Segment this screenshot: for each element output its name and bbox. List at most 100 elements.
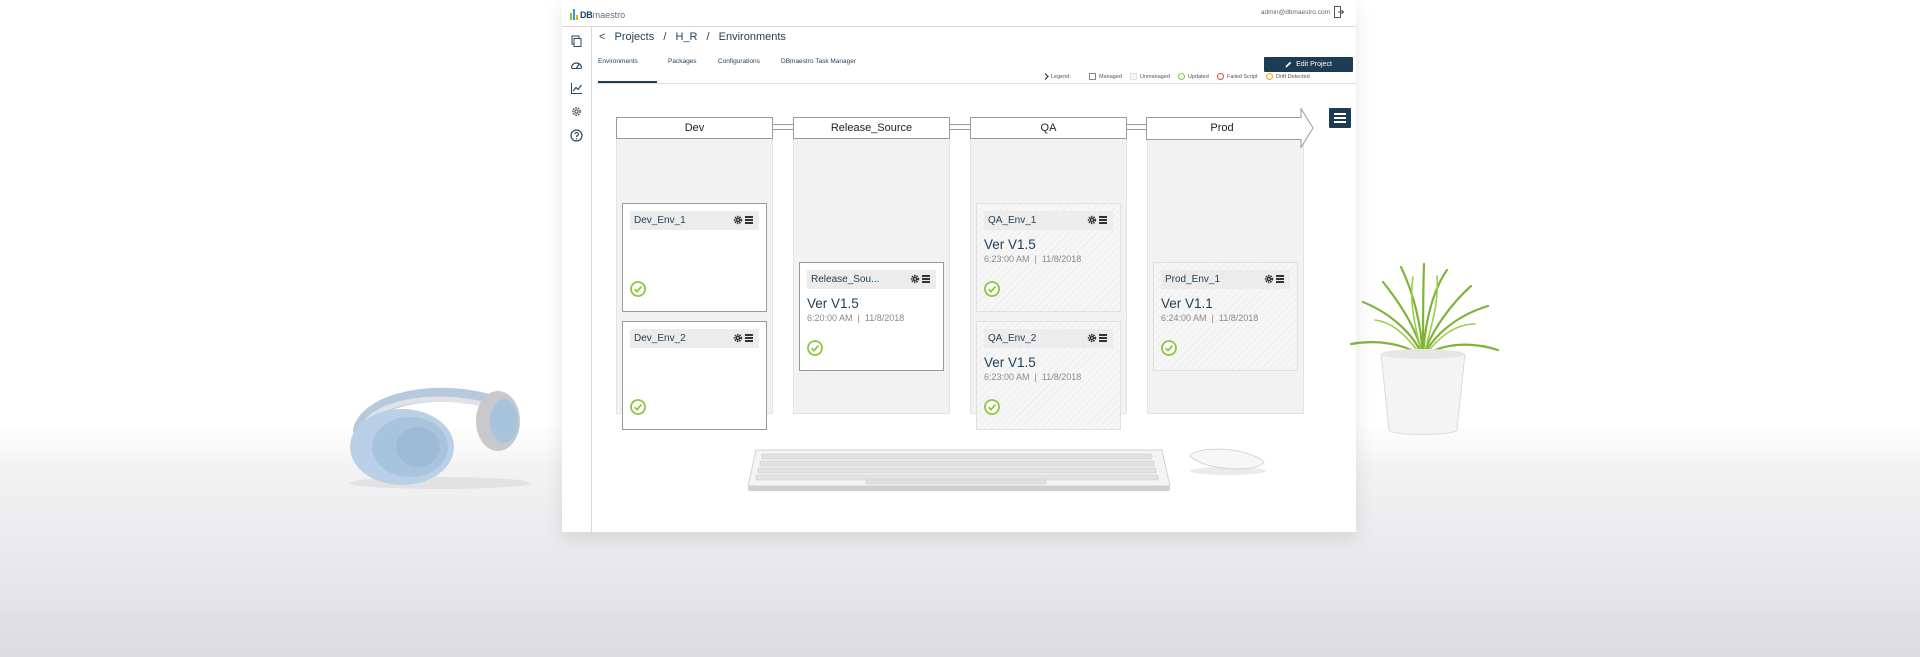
env-card-header: Dev_Env_2	[630, 329, 759, 348]
env-card-dev-env-2[interactable]: Dev_Env_2	[622, 321, 767, 430]
breadcrumb-environments: Environments	[718, 31, 786, 43]
legend-title[interactable]: Legend:	[1044, 73, 1071, 80]
updated-status-icon	[1178, 73, 1185, 80]
gear-icon[interactable]	[733, 215, 743, 225]
tab-environments[interactable]: Environments	[598, 58, 638, 65]
copy-icon[interactable]	[570, 35, 583, 48]
env-card-header: QA_Env_2	[984, 329, 1113, 348]
env-name[interactable]: QA_Env_2	[988, 333, 1036, 344]
chart-icon[interactable]	[570, 82, 583, 95]
env-card-prod-env-1[interactable]: Prod_Env_1 Ver V1.1 6:24:00 AM | 11/8/2018	[1153, 262, 1298, 371]
env-name[interactable]: Prod_Env_1	[1165, 274, 1220, 285]
env-version: Ver V1.5	[807, 296, 859, 311]
logo-text-maestro: maestro	[592, 10, 626, 20]
env-name[interactable]: Release_Sou...	[811, 274, 879, 285]
logout-icon[interactable]	[1334, 6, 1344, 18]
stage-dev[interactable]: Dev	[616, 117, 773, 139]
menu-icon-line	[1334, 117, 1346, 119]
env-card-dev-env-1[interactable]: Dev_Env_1	[622, 203, 767, 312]
env-tools	[733, 215, 755, 226]
breadcrumb-back[interactable]: <	[599, 31, 605, 43]
gear-icon[interactable]	[1087, 215, 1097, 225]
env-version: Ver V1.5	[984, 237, 1036, 252]
legend-drift-label: Drift Detected	[1276, 73, 1310, 80]
edit-project-button[interactable]: Edit Project	[1264, 57, 1353, 72]
gear-icon[interactable]	[1264, 274, 1274, 284]
stage-prod[interactable]: Prod	[1147, 118, 1297, 138]
menu-icon[interactable]	[745, 334, 753, 342]
pencil-icon	[1285, 61, 1292, 68]
env-date: 11/8/2018	[864, 313, 905, 323]
legend-managed: Managed	[1089, 73, 1122, 80]
env-card-qa-env-1[interactable]: QA_Env_1 Ver V1.5 6:23:00 AM | 11/8/2018	[976, 203, 1121, 312]
env-time-separator: |	[857, 313, 860, 323]
stage-connector	[949, 124, 971, 130]
env-date: 11/8/2018	[1041, 372, 1082, 382]
breadcrumb-separator: /	[706, 31, 710, 43]
breadcrumb-separator: /	[663, 31, 667, 43]
env-tools	[733, 333, 755, 344]
env-deploy-time: 6:24:00 AM | 11/8/2018	[1161, 313, 1258, 323]
headphones-image	[350, 387, 530, 489]
menu-icon[interactable]	[922, 275, 930, 283]
tab-task-manager[interactable]: DBmaestro Task Manager	[781, 58, 856, 65]
check-circle-icon	[630, 399, 646, 415]
env-card-release-source[interactable]: Release_Sou... Ver V1.5 6:20:00 AM | 11/8/…	[799, 262, 944, 371]
unmanaged-swatch	[1130, 73, 1137, 80]
tabs-divider	[596, 83, 1356, 84]
check-circle-icon	[807, 340, 823, 356]
drift-status-icon	[1266, 73, 1273, 80]
env-name[interactable]: Dev_Env_2	[634, 333, 686, 344]
stage-qa[interactable]: QA	[970, 117, 1127, 139]
menu-icon	[1334, 113, 1346, 115]
tab-packages[interactable]: Packages	[668, 58, 697, 65]
dashboard-gauge-icon[interactable]	[570, 59, 583, 72]
check-circle-icon	[1161, 340, 1177, 356]
sidebar	[562, 27, 592, 532]
gear-icon[interactable]	[570, 105, 583, 118]
env-name[interactable]: QA_Env_1	[988, 215, 1036, 226]
menu-icon-line	[1334, 121, 1346, 123]
menu-icon[interactable]	[745, 216, 753, 224]
menu-icon[interactable]	[1099, 334, 1107, 342]
tab-configurations[interactable]: Configurations	[718, 58, 760, 65]
env-date: 11/8/2018	[1041, 254, 1082, 264]
potted-plant-image	[1349, 262, 1500, 435]
env-version: Ver V1.5	[984, 355, 1036, 370]
legend-managed-label: Managed	[1099, 73, 1122, 80]
desk-front-edge	[0, 610, 1920, 657]
env-time: 6:24:00 AM	[1161, 313, 1207, 323]
env-card-qa-env-2[interactable]: QA_Env_2 Ver V1.5 6:23:00 AM | 11/8/2018	[976, 321, 1121, 430]
env-version: Ver V1.1	[1161, 296, 1213, 311]
help-icon[interactable]	[570, 129, 583, 142]
chevron-right-icon	[1044, 73, 1049, 80]
legend-failed-label: Failed Script	[1227, 73, 1258, 80]
legend-unmanaged-label: Unmanaged	[1140, 73, 1170, 80]
legend-drift: Drift Detected	[1266, 73, 1310, 80]
legend-failed: Failed Script	[1217, 73, 1258, 80]
gear-icon[interactable]	[733, 333, 743, 343]
env-card-header: QA_Env_1	[984, 211, 1113, 230]
env-name[interactable]: Dev_Env_1	[634, 215, 686, 226]
stage-release-source[interactable]: Release_Source	[793, 117, 950, 139]
keyboard-image	[747, 449, 1171, 491]
breadcrumb-projects[interactable]: Projects	[615, 31, 655, 43]
pipeline-menu-button[interactable]	[1329, 108, 1351, 128]
env-time: 6:20:00 AM	[807, 313, 853, 323]
legend-title-label: Legend:	[1051, 73, 1071, 80]
legend-updated-label: Updated	[1188, 73, 1209, 80]
gear-icon[interactable]	[910, 274, 920, 284]
menu-icon[interactable]	[1276, 275, 1284, 283]
legend-unmanaged: Unmanaged	[1130, 73, 1170, 80]
menu-icon[interactable]	[1099, 216, 1107, 224]
dbmaestro-logo[interactable]: DB maestro	[570, 6, 625, 20]
breadcrumb-project-hr[interactable]: H_R	[675, 31, 697, 43]
env-deploy-time: 6:23:00 AM | 11/8/2018	[984, 372, 1081, 382]
env-time: 6:23:00 AM	[984, 372, 1030, 382]
env-deploy-time: 6:23:00 AM | 11/8/2018	[984, 254, 1081, 264]
env-time-separator: |	[1211, 313, 1214, 323]
gear-icon[interactable]	[1087, 333, 1097, 343]
user-email[interactable]: admin@dbmaestro.com	[1261, 9, 1330, 16]
logo-text-db: DB	[580, 10, 593, 20]
env-tools	[1087, 333, 1109, 344]
